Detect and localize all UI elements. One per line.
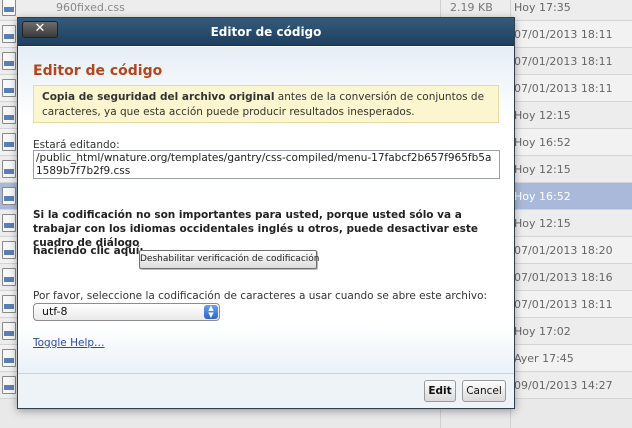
encoding-info-text: Si la codificación no son importantes pa… bbox=[33, 209, 479, 249]
file-css-icon bbox=[2, 214, 16, 232]
file-css-icon bbox=[2, 79, 16, 97]
file-path-field: /public_html/wnature.org/templates/gantr… bbox=[33, 150, 500, 179]
toggle-help-link[interactable]: Toggle Help… bbox=[33, 337, 105, 349]
file-date: Hoy 17:02 bbox=[514, 325, 571, 338]
click-here-label: haciendo clic aquí: bbox=[33, 245, 144, 257]
file-date: Hoy 16:52 bbox=[514, 136, 571, 149]
file-css-icon bbox=[2, 133, 16, 151]
file-css-icon bbox=[2, 349, 16, 367]
file-css-icon bbox=[2, 106, 16, 124]
dialog-title: Editor de código bbox=[210, 25, 322, 39]
file-date: 07/01/2013 18:11 bbox=[514, 82, 613, 95]
file-size: 2.19 KB bbox=[450, 1, 493, 14]
charset-selected-value: utf-8 bbox=[42, 305, 68, 318]
file-name: 960fixed.css bbox=[56, 1, 125, 14]
file-date: 07/01/2013 18:11 bbox=[514, 55, 613, 68]
dialog-heading: Editor de código bbox=[33, 63, 163, 79]
file-date: 09/01/2013 14:27 bbox=[514, 379, 613, 392]
file-css-icon bbox=[2, 52, 16, 70]
file-date: Hoy 12:15 bbox=[514, 109, 571, 122]
charset-select[interactable]: utf-8 ▲ ▼ bbox=[33, 303, 220, 321]
file-date: Ayer 17:45 bbox=[514, 352, 574, 365]
file-css-icon bbox=[2, 376, 16, 394]
file-date: 07/01/2013 18:11 bbox=[514, 298, 613, 311]
backup-warning: Copia de seguridad del archivo original … bbox=[33, 85, 499, 123]
file-date: Hoy 17:35 bbox=[514, 1, 571, 14]
file-css-icon bbox=[2, 268, 16, 286]
dialog-content: Editor de código Copia de seguridad del … bbox=[18, 47, 514, 374]
code-editor-dialog: ✕ Editor de código Editor de código Copi… bbox=[17, 17, 515, 409]
file-css-icon bbox=[2, 160, 16, 178]
cancel-button[interactable]: Cancel bbox=[462, 380, 506, 402]
file-css-icon bbox=[2, 241, 16, 259]
file-date: Hoy 12:15 bbox=[514, 163, 571, 176]
file-date: 07/01/2013 18:20 bbox=[514, 244, 613, 257]
file-css-icon bbox=[2, 0, 16, 16]
select-arrows-icon: ▲ ▼ bbox=[204, 305, 218, 319]
warning-bold-text: Copia de seguridad del archivo original bbox=[42, 91, 275, 103]
dialog-footer: Edit Cancel bbox=[18, 373, 514, 408]
disable-encoding-check-button[interactable]: Deshabilitar verificación de codificació… bbox=[139, 250, 319, 269]
file-css-icon bbox=[2, 295, 16, 313]
dialog-titlebar: ✕ Editor de código bbox=[18, 18, 514, 46]
file-date: Hoy 16:52 bbox=[514, 190, 571, 203]
file-date: 07/01/2013 18:16 bbox=[514, 271, 613, 284]
edit-button[interactable]: Edit bbox=[424, 380, 456, 402]
file-css-icon bbox=[2, 25, 16, 43]
charset-label: Por favor, seleccione la codificación de… bbox=[33, 290, 488, 302]
file-date: 07/01/2013 18:11 bbox=[514, 28, 613, 41]
file-css-icon bbox=[2, 187, 16, 205]
file-date: Hoy 12:15 bbox=[514, 217, 571, 230]
file-css-icon bbox=[2, 322, 16, 340]
